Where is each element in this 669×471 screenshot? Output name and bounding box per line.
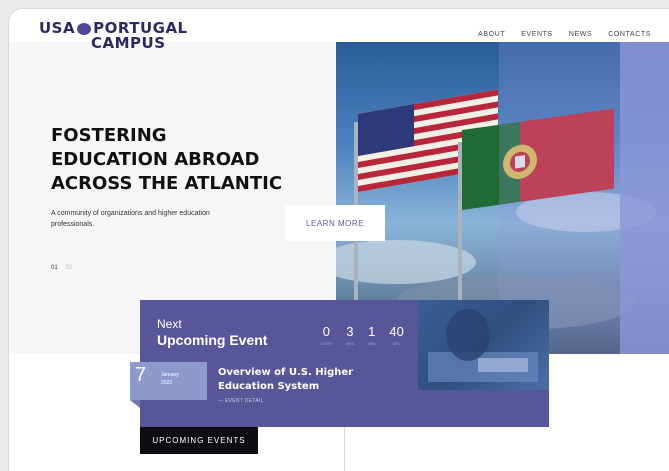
main-nav: ABOUT EVENTS NEWS CONTACTS bbox=[478, 31, 651, 38]
countdown-label: SEC bbox=[392, 341, 401, 346]
countdown-value: 0 bbox=[322, 324, 330, 339]
countdown-label: MIN bbox=[368, 341, 376, 346]
slide-next[interactable]: 02 bbox=[66, 265, 73, 271]
countdown-label: HRS bbox=[345, 341, 355, 346]
countdown-value: 3 bbox=[346, 324, 354, 339]
study-photo-illustration bbox=[428, 309, 538, 382]
event-year: 2022 bbox=[161, 380, 173, 386]
countdown-value: 1 bbox=[368, 324, 376, 339]
countdown-label: DAYS bbox=[321, 341, 332, 346]
event-kicker: Next bbox=[157, 317, 182, 331]
headline-line: FOSTERING bbox=[51, 125, 167, 146]
event-title-line: Education System bbox=[218, 381, 320, 392]
logo-text-campus: CAMPUS bbox=[91, 34, 166, 52]
nav-about[interactable]: ABOUT bbox=[478, 31, 505, 38]
event-month: January bbox=[161, 372, 179, 378]
overlay-strip bbox=[620, 42, 669, 354]
divider bbox=[344, 427, 345, 471]
event-title[interactable]: Overview of U.S. Higher Education System bbox=[218, 366, 378, 394]
event-detail-link[interactable]: — EVENT DETAIL bbox=[218, 398, 264, 404]
countdown-minutes: 1 MIN bbox=[368, 324, 376, 347]
countdown-value: 40 bbox=[389, 324, 404, 339]
logo-text-usa: USA bbox=[39, 19, 76, 37]
event-date-box: 7 January 2022 bbox=[130, 362, 207, 400]
slide-indicator: 01 02 bbox=[51, 265, 72, 271]
date-box-fold bbox=[130, 400, 140, 408]
headline-line: ACROSS THE ATLANTIC bbox=[51, 173, 283, 194]
countdown-days: 0 DAYS bbox=[321, 324, 332, 347]
nav-events[interactable]: EVENTS bbox=[521, 31, 553, 38]
browser-frame: USA PORTUGAL CAMPUS ABOUT EVENTS NEWS CO… bbox=[8, 8, 669, 471]
headline-line: EDUCATION ABROAD bbox=[51, 149, 260, 170]
countdown-seconds: 40 SEC bbox=[389, 324, 404, 347]
countdown-timer: 0 DAYS 3 HRS 1 MIN 40 SEC bbox=[321, 324, 404, 347]
countdown-hours: 3 HRS bbox=[345, 324, 355, 347]
globe-icon bbox=[77, 22, 92, 35]
nav-contacts[interactable]: CONTACTS bbox=[608, 31, 651, 38]
event-heading: Upcoming Event bbox=[157, 332, 268, 348]
event-day: 7 bbox=[135, 364, 147, 386]
event-title-line: Overview of U.S. Higher bbox=[218, 367, 354, 378]
hero-subtext: A community of organizations and higher … bbox=[51, 210, 210, 228]
event-photo bbox=[418, 300, 549, 390]
event-month-year: January 2022 bbox=[161, 371, 179, 387]
nav-news[interactable]: NEWS bbox=[569, 31, 592, 38]
upcoming-events-button[interactable]: UPCOMING EVENTS bbox=[140, 427, 258, 454]
hero-headline: FOSTERING EDUCATION ABROAD ACROSS THE AT… bbox=[51, 124, 282, 196]
learn-more-button[interactable]: LEARN MORE bbox=[285, 205, 385, 241]
site-logo[interactable]: USA PORTUGAL CAMPUS bbox=[39, 21, 188, 51]
upcoming-event-card: Next Upcoming Event 0 DAYS 3 HRS 1 MIN 4… bbox=[130, 300, 549, 427]
slide-current[interactable]: 01 bbox=[51, 265, 58, 271]
